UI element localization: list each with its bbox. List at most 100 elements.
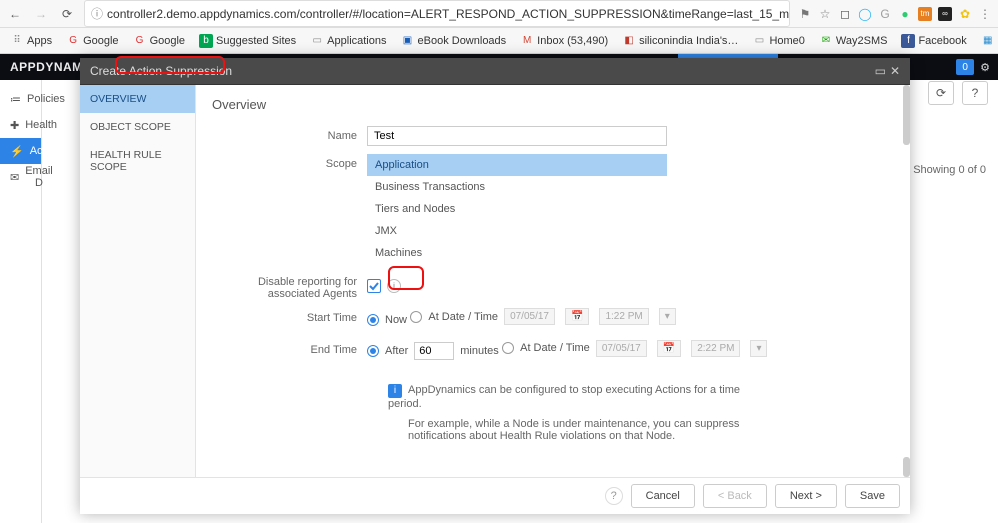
bookmark-home0[interactable]: ▭Home0 [748,32,808,50]
email-icon: ✉ [10,171,19,184]
start-time-field[interactable]: 1:22 PM [599,308,648,325]
page-icon: ▭ [752,34,766,48]
end-at-radio[interactable]: At Date / Time 07/05/17 📅 2:22 PM ▾ [502,340,771,357]
forward-icon: → [32,5,50,23]
showing-count: Showing 0 of 0 [913,164,986,176]
ext-bee-icon[interactable]: ✿ [958,7,972,21]
bookmarks-bar: ⠿Apps GGoogle GGoogle bSuggested Sites ▭… [0,28,998,54]
silicon-icon: ◧ [622,34,636,48]
modal-titlebar: Create Action Suppression ▭ ✕ [80,58,910,85]
ext-tm-icon[interactable]: tm [918,7,932,21]
gmail-icon: M [520,34,534,48]
ext-circle-icon[interactable]: ◯ [858,7,872,21]
facebook-icon: f [901,34,915,48]
next-button[interactable]: Next > [775,484,837,508]
side-tab-overview[interactable]: OVERVIEW [80,85,195,113]
policies-icon: ≔ [10,93,21,106]
close-icon[interactable]: ✕ [890,64,900,78]
rail-email[interactable]: ✉Email D [0,164,41,190]
create-action-suppression-modal: Create Action Suppression ▭ ✕ OVERVIEW O… [80,58,910,514]
bookmark-way2sms[interactable]: ✉Way2SMS [815,32,892,50]
notification-badge[interactable]: 0 [956,59,974,75]
scope-machines[interactable]: Machines [367,242,667,264]
name-label: Name [212,126,367,142]
menu-icon[interactable]: ⋮ [978,7,992,21]
left-rail: ≔Policies ✚Health ⚡Actions ✉Email D [0,80,42,523]
lightning-icon: ▦ [981,34,995,48]
address-bar[interactable]: ⓘ controller2.demo.appdynamics.com/contr… [84,0,790,27]
star-icon[interactable]: ☆ [818,7,832,21]
refresh-button[interactable]: ⟳ [928,81,954,105]
back-icon[interactable]: ← [6,5,24,23]
reload-icon[interactable]: ⟳ [58,5,76,23]
bookmark-ebook[interactable]: ▣eBook Downloads [397,32,511,50]
disable-reporting-label: Disable reporting for associated Agents [212,272,367,300]
bing-icon: b [199,34,213,48]
start-at-radio[interactable]: At Date / Time 07/05/17 📅 1:22 PM ▾ [410,308,679,325]
scope-list: Application Business Transactions Tiers … [367,154,667,264]
scope-application[interactable]: Application [367,154,667,176]
end-time-label: End Time [212,340,367,356]
info-icon[interactable]: i [387,279,401,293]
rail-health[interactable]: ✚Health [0,112,41,138]
back-button: < Back [703,484,767,508]
end-time-chevron-icon[interactable]: ▾ [750,340,767,357]
end-cal-icon[interactable]: 📅 [657,340,681,357]
bookmark-google-2[interactable]: GGoogle [129,32,189,50]
bookmark-suggested[interactable]: bSuggested Sites [195,32,300,50]
info-badge-icon: i [388,384,402,398]
start-cal-icon[interactable]: 📅 [565,308,589,325]
ext-square-icon[interactable]: ◻ [838,7,852,21]
name-input[interactable] [367,126,667,146]
end-minutes-input[interactable] [414,342,454,360]
side-tab-health-rule-scope[interactable]: HEALTH RULE SCOPE [80,141,195,181]
side-tab-object-scope[interactable]: OBJECT SCOPE [80,113,195,141]
footer-help-icon[interactable]: ? [605,487,623,505]
rail-actions[interactable]: ⚡Actions [0,138,41,164]
start-date-field[interactable]: 07/05/17 [504,308,555,325]
way2sms-icon: ✉ [819,34,833,48]
scope-jmx[interactable]: JMX [367,220,667,242]
site-info-icon[interactable]: ⓘ [91,5,103,22]
start-time-label: Start Time [212,308,367,324]
modal-footer: ? Cancel < Back Next > Save [80,477,910,514]
bookmark-applications[interactable]: ▭Applications [306,32,390,50]
bookmark-facebook[interactable]: fFacebook [897,32,970,50]
bookmark-google-1[interactable]: GGoogle [62,32,122,50]
start-now-radio[interactable]: Now [367,314,407,326]
disable-reporting-checkbox[interactable] [367,279,381,293]
actions-icon: ⚡ [10,145,24,158]
google-icon: G [133,34,147,48]
gear-icon[interactable]: ⚙ [980,61,990,74]
health-icon: ✚ [10,119,19,132]
ext-g-icon[interactable]: G [878,7,892,21]
info-block: iAppDynamics can be configured to stop e… [388,384,768,442]
minimize-icon[interactable]: ▭ [875,64,886,78]
flag-icon[interactable]: ⚑ [798,7,812,21]
start-time-chevron-icon[interactable]: ▾ [659,308,676,325]
rail-policies[interactable]: ≔Policies [0,86,41,112]
browser-toolbar: ← → ⟳ ⓘ controller2.demo.appdynamics.com… [0,0,998,28]
scope-business-transactions[interactable]: Business Transactions [367,176,667,198]
help-button[interactable]: ? [962,81,988,105]
modal-title-text: Create Action Suppression [90,64,232,78]
omnibox-icons: ⚑ ☆ ◻ ◯ G ● tm ∞ ✿ ⋮ [798,7,992,21]
panel-scrollbar[interactable] [902,85,910,477]
bookmark-inbox[interactable]: MInbox (53,490) [516,32,612,50]
url-text: controller2.demo.appdynamics.com/control… [107,7,790,21]
bookmark-apps[interactable]: ⠿Apps [6,32,56,50]
end-time-field[interactable]: 2:22 PM [691,340,740,357]
scope-tiers-nodes[interactable]: Tiers and Nodes [367,198,667,220]
google-icon: G [66,34,80,48]
page-icon: ▭ [310,34,324,48]
end-date-field[interactable]: 07/05/17 [596,340,647,357]
cancel-button[interactable]: Cancel [631,484,695,508]
panel-heading: Overview [212,97,894,112]
end-after-radio[interactable]: After minutes [367,342,499,360]
ext-dark-icon[interactable]: ∞ [938,7,952,21]
bookmark-silicon[interactable]: ◧siliconindia India's… [618,32,742,50]
save-button[interactable]: Save [845,484,900,508]
modal-side-tabs: OVERVIEW OBJECT SCOPE HEALTH RULE SCOPE [80,85,196,477]
ext-dot-icon[interactable]: ● [898,7,912,21]
bookmark-lightning[interactable]: ▦lightningnewtab [977,32,998,50]
